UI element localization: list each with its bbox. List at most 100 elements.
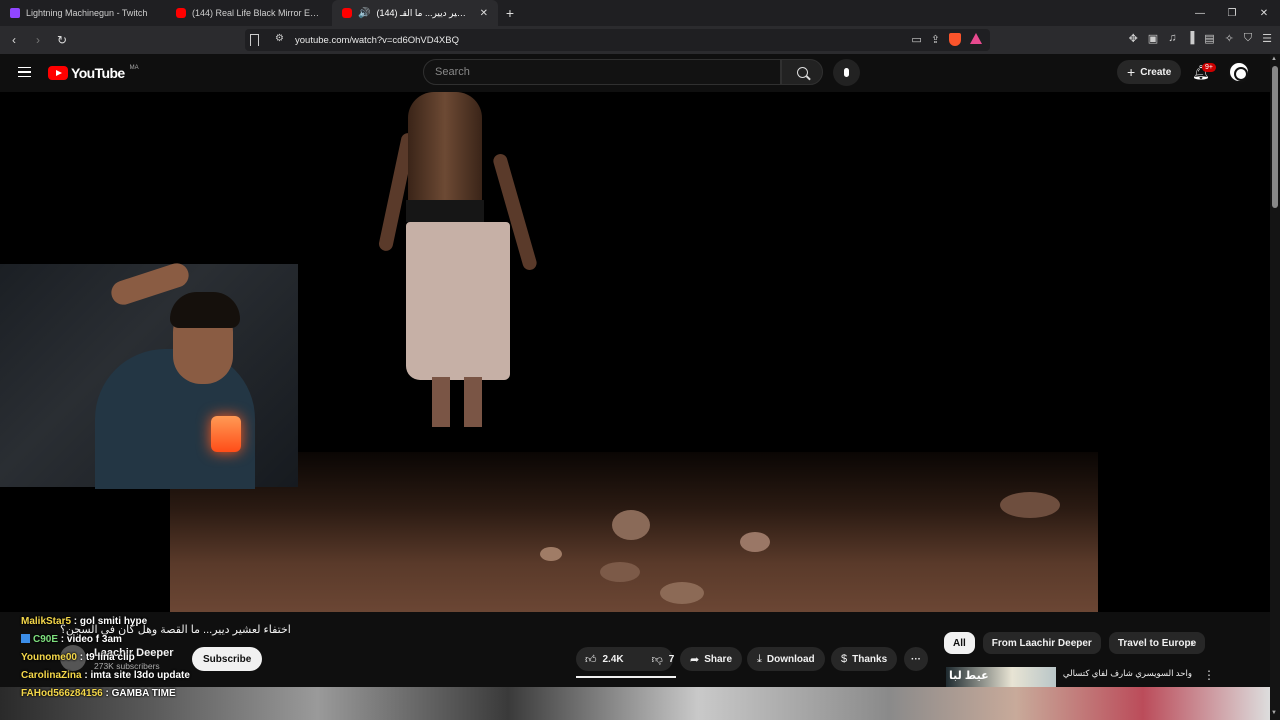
video-person-torso [408, 92, 482, 210]
back-button[interactable]: ‹ [4, 30, 24, 50]
tab-youtube-active[interactable]: 🔊 (144) اختفاء لعشير ديير... ما القـ ✕ [332, 0, 498, 26]
cast-icon[interactable]: ▭ [911, 33, 921, 46]
recommended-thumbnail[interactable]: عيط لبا [946, 667, 1056, 687]
thumbs-up-icon: 👍︎ [585, 653, 597, 666]
youtube-logo[interactable]: YouTube MA [48, 65, 139, 81]
recommended-title[interactable]: واحد السويسري شارف لفاي كتسالي وعيط [1062, 668, 1192, 679]
twitch-icon [10, 8, 20, 18]
video-rock [660, 582, 704, 604]
thanks-icon: $ [841, 653, 848, 665]
chat-username: MalikStar5 [21, 616, 72, 627]
dislike-button[interactable]: 👎︎ 7 [643, 647, 684, 671]
account-avatar[interactable] [1228, 61, 1250, 83]
brave-shield-icon[interactable] [949, 33, 961, 46]
like-button[interactable]: 👍︎ 2.4K [576, 647, 633, 671]
site-settings-icon[interactable]: ⚙ [275, 33, 284, 44]
mic-icon [844, 68, 849, 77]
browser-toolbar: ‹ › ↻ ⚙ youtube.com/watch?v=cd6OhVD4XBQ … [0, 26, 1280, 54]
speaker-icon[interactable]: 🔊 [358, 8, 370, 19]
chat-username: Younome00 [21, 652, 77, 663]
like-dislike-group: 👍︎ 2.4K 👎︎ 7 [576, 647, 674, 671]
scroll-up-icon[interactable]: ▲ [1271, 56, 1277, 62]
chip-all[interactable]: All [944, 632, 975, 654]
tab-youtube-black-mirror[interactable]: (144) Real Life Black Mirror Episode | [166, 0, 332, 26]
chat-message: CarolinaZina : imta site l3do update [21, 670, 190, 681]
search-input[interactable]: Search [423, 59, 781, 85]
close-tab-icon[interactable]: ✕ [480, 8, 488, 19]
video-rock [600, 562, 640, 582]
chat-text: video f 3am [66, 634, 122, 645]
video-person-leg [432, 377, 450, 427]
chat-text: GAMBA TIME [111, 688, 176, 699]
reload-button[interactable]: ↻ [52, 30, 72, 50]
stream-chat-overlay: MalikStar5 : gol smiti hype C90E : video… [21, 613, 321, 703]
create-label: Create [1140, 66, 1172, 78]
video-rock [612, 510, 650, 540]
create-button[interactable]: + Create [1117, 60, 1182, 84]
download-icon: ⤓ [757, 652, 762, 665]
search-placeholder: Search [435, 66, 470, 78]
vpn-icon[interactable]: ⛉ [1244, 32, 1252, 45]
music-icon[interactable]: ♫ [1168, 32, 1176, 45]
wallet-icon[interactable]: ▤ [1204, 32, 1214, 45]
tab-twitch[interactable]: Lightning Machinegun - Twitch [0, 0, 166, 26]
youtube-icon [342, 8, 352, 18]
chat-username: CarolinaZina [21, 670, 82, 681]
chat-username: FAHod566z84156 [21, 688, 103, 699]
minimize-button[interactable]: — [1184, 0, 1216, 26]
forward-button[interactable]: › [28, 30, 48, 50]
recommended-more-icon[interactable]: ⋮ [1203, 668, 1215, 682]
download-button[interactable]: ⤓ Download [747, 647, 825, 671]
search-button[interactable] [781, 59, 823, 85]
url-bar[interactable]: ⚙ youtube.com/watch?v=cd6OhVD4XBQ ▭ ⇪ [245, 29, 990, 51]
bookmark-icon[interactable] [250, 34, 259, 46]
screenshot-icon[interactable]: ▣ [1148, 32, 1158, 45]
video-person-shorts [406, 222, 510, 380]
thanks-button[interactable]: $ Thanks [831, 647, 898, 671]
menu-icon[interactable]: ☰ [1262, 32, 1272, 45]
share-page-icon[interactable]: ⇪ [931, 33, 940, 46]
tab-title: (144) Real Life Black Mirror Episode | [192, 8, 322, 18]
chat-text: gol smiti hype [79, 616, 148, 627]
share-icon: ➦ [690, 653, 700, 666]
video-player[interactable] [0, 92, 1270, 612]
close-window-button[interactable]: ✕ [1248, 0, 1280, 26]
brave-rewards-icon[interactable] [970, 33, 982, 44]
more-actions-button[interactable]: ··· [904, 647, 928, 671]
puzzle-icon[interactable]: ✥ [1129, 32, 1138, 45]
recommendation-chips: All From Laachir Deeper Travel to Europe [944, 632, 1206, 654]
chat-username: C90E [33, 634, 59, 645]
logo-text: YouTube [71, 65, 125, 81]
like-underline [576, 676, 676, 678]
browser-tab-bar: Lightning Machinegun - Twitch (144) Real… [0, 0, 1280, 26]
video-person-leg [464, 377, 482, 427]
new-tab-button[interactable]: + [498, 5, 522, 21]
chat-text: t9 lina clip [85, 652, 135, 663]
chevron-right-icon[interactable]: › [1190, 635, 1194, 650]
voice-search-button[interactable] [833, 59, 860, 86]
url-text: youtube.com/watch?v=cd6OhVD4XBQ [295, 34, 459, 46]
video-person-belt [406, 200, 484, 222]
video-rock [740, 532, 770, 552]
sidebar-icon[interactable]: ▐ [1186, 32, 1194, 45]
scrollbar-thumb[interactable] [1272, 66, 1278, 208]
share-label: Share [704, 653, 733, 665]
scroll-down-icon[interactable]: ▼ [1271, 710, 1277, 716]
download-label: Download [766, 653, 815, 665]
thumbnail-text: عيط لبا [949, 670, 989, 682]
chip-from-channel[interactable]: From Laachir Deeper [982, 632, 1101, 654]
chat-message: C90E : video f 3am [21, 631, 321, 649]
extension-icons: ✥ ▣ ♫ ▐ ▤ ✧ ⛉ ☰ [1129, 32, 1272, 45]
chat-message: Younome00 : t9 lina clip [21, 652, 135, 663]
share-button[interactable]: ➦ Share [680, 647, 743, 671]
leo-icon[interactable]: ✧ [1225, 32, 1234, 45]
thanks-label: Thanks [852, 653, 888, 665]
chat-message: FAHod566z84156 : GAMBA TIME [21, 688, 176, 699]
streamer-hair [170, 292, 240, 328]
thumbs-down-icon: 👎︎ [651, 653, 663, 666]
restore-button[interactable]: ❐ [1216, 0, 1248, 26]
hamburger-menu-icon[interactable] [18, 67, 31, 77]
like-count: 2.4K [602, 653, 624, 665]
video-rock [540, 547, 562, 561]
more-dots-icon: ··· [911, 653, 921, 665]
